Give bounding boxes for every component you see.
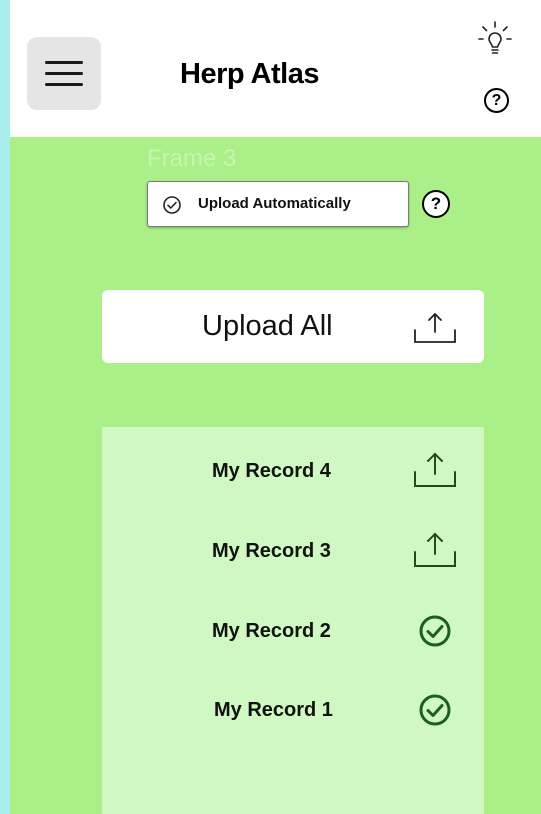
upload-icon[interactable] [407,450,463,499]
help-button[interactable]: ? [484,88,509,113]
hamburger-icon [45,61,83,64]
list-item[interactable]: My Record 2 [102,610,484,654]
check-circle-icon [407,610,463,659]
app-title: Herp Atlas [180,58,319,90]
upload-automatically-label: Upload Automatically [198,195,351,212]
menu-button[interactable] [27,37,101,110]
frame-label: Frame 3 [147,145,237,172]
hamburger-icon-bar [45,83,83,86]
record-label: My Record 2 [212,620,331,642]
upload-all-label: Upload All [202,310,333,342]
upload-icon[interactable] [407,530,463,579]
record-label: My Record 3 [212,540,331,562]
check-circle-icon [407,689,463,738]
list-item[interactable]: My Record 3 [102,530,484,574]
list-item[interactable]: My Record 4 [102,450,484,494]
hamburger-icon-bar [45,72,83,75]
auto-upload-help-button[interactable]: ? [422,190,450,218]
upload-all-button[interactable]: Upload All [102,290,484,363]
app-header: Herp Atlas ? [10,0,541,137]
check-circle-icon [162,195,182,220]
upload-icon [412,310,458,351]
app-frame: Herp Atlas ? Frame 3 Upload Automaticall… [10,0,541,814]
record-label: My Record 4 [212,460,331,482]
list-item[interactable]: My Record 1 [102,689,484,733]
lightbulb-icon[interactable] [478,20,512,67]
upload-automatically-toggle[interactable]: Upload Automatically [147,181,409,227]
record-list: My Record 4 My Record 3 My Record 2 My R… [102,427,484,814]
record-label: My Record 1 [214,699,333,721]
